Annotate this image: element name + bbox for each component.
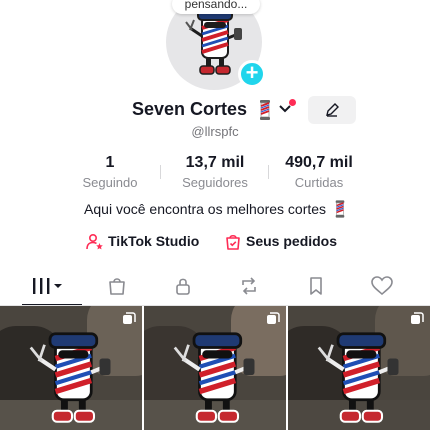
video-thumbnail[interactable] bbox=[288, 306, 430, 430]
tab-private[interactable] bbox=[159, 266, 207, 306]
shopping-bag-icon bbox=[109, 278, 125, 295]
following-count: 1 bbox=[105, 154, 115, 171]
edit-profile-button[interactable] bbox=[308, 96, 356, 124]
order-bag-check-icon bbox=[226, 234, 240, 250]
video-thumbnail[interactable] bbox=[0, 306, 142, 430]
name-row: Seven Cortes bbox=[0, 96, 430, 126]
barber-mascot-image bbox=[29, 332, 111, 423]
likes-count: 490,7 mil bbox=[285, 154, 353, 171]
followers-count: 13,7 mil bbox=[185, 154, 245, 171]
photo-carousel-icon bbox=[411, 312, 424, 324]
your-orders-link[interactable]: Seus pedidos bbox=[224, 232, 354, 252]
barber-pole-emoji-icon bbox=[335, 200, 345, 218]
photo-carousel-icon bbox=[123, 312, 136, 324]
bookmark-icon bbox=[310, 277, 322, 295]
bio: Aqui você encontra os melhores cortes bbox=[0, 200, 430, 218]
video-grid bbox=[0, 306, 430, 430]
followers-label: Seguidores bbox=[182, 175, 248, 190]
lock-icon bbox=[176, 278, 190, 295]
stat-divider bbox=[268, 165, 269, 179]
add-story-button[interactable]: + bbox=[238, 60, 266, 88]
tab-videos[interactable] bbox=[15, 266, 75, 306]
grid-icon bbox=[33, 278, 62, 294]
following-stat[interactable]: 1 Seguindo bbox=[70, 154, 150, 190]
stat-divider bbox=[160, 165, 161, 179]
profile-tabs bbox=[0, 266, 430, 306]
barber-mascot-image bbox=[173, 332, 255, 423]
barber-mascot-image bbox=[317, 332, 399, 423]
username: @llrspfc bbox=[191, 124, 239, 139]
tab-shop[interactable] bbox=[93, 266, 141, 306]
following-label: Seguindo bbox=[82, 175, 138, 190]
heart-icon bbox=[371, 276, 393, 296]
display-name: Seven Cortes bbox=[132, 99, 248, 119]
likes-label: Curtidas bbox=[294, 175, 344, 190]
photo-carousel-icon bbox=[267, 312, 280, 324]
likes-stat[interactable]: 490,7 mil Curtidas bbox=[278, 154, 360, 190]
repost-icon bbox=[242, 277, 256, 295]
profile-links: TikTok Studio Seus pedidos bbox=[0, 232, 430, 252]
tab-favorites[interactable] bbox=[292, 266, 340, 306]
notification-dot bbox=[289, 99, 296, 106]
followers-stat[interactable]: 13,7 mil Seguidores bbox=[172, 154, 258, 190]
tab-reposts[interactable] bbox=[225, 266, 273, 306]
bio-text: Aqui você encontra os melhores cortes bbox=[84, 201, 327, 218]
tab-liked[interactable] bbox=[357, 266, 405, 306]
person-star-icon bbox=[86, 233, 103, 250]
video-thumbnail[interactable] bbox=[144, 306, 286, 430]
tiktok-studio-label: TikTok Studio bbox=[108, 233, 200, 249]
status-bubble[interactable]: pensando... bbox=[172, 0, 260, 14]
barber-pole-emoji-icon bbox=[260, 100, 270, 120]
pencil-icon bbox=[326, 103, 339, 117]
tiktok-studio-link[interactable]: TikTok Studio bbox=[86, 232, 216, 252]
your-orders-label: Seus pedidos bbox=[246, 233, 338, 249]
